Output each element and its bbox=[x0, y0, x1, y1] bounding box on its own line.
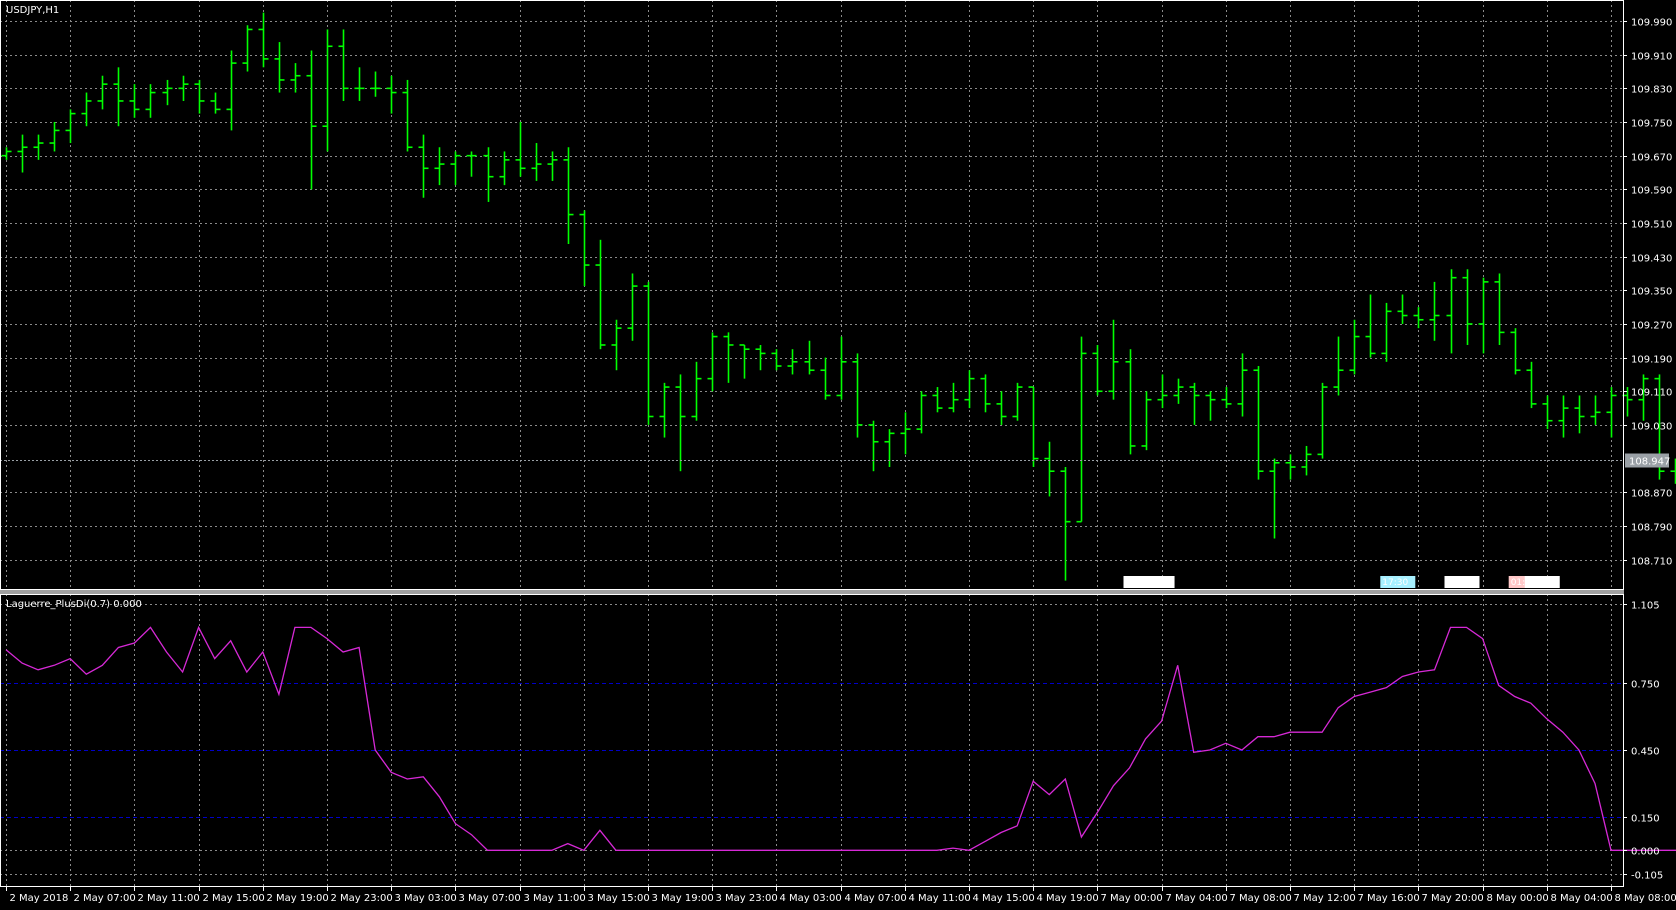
session-marker: 02:00 bbox=[1524, 576, 1560, 588]
price-axis-label: 109.510 bbox=[1631, 220, 1672, 231]
time-axis-label: 3 May 11:00 bbox=[524, 893, 586, 904]
indicator-axis-label: 0.000 bbox=[1631, 847, 1660, 858]
price-axis-label: 108.870 bbox=[1631, 489, 1672, 500]
price-axis-label: 109.190 bbox=[1631, 355, 1672, 366]
time-axis-label: 7 May 00:00 bbox=[1101, 893, 1163, 904]
time-axis-label: 4 May 03:00 bbox=[780, 893, 842, 904]
current-price-tag: 108.947 bbox=[1625, 453, 1670, 468]
session-marker-label: 01: bbox=[1511, 578, 1525, 588]
time-axis-label: 3 May 03:00 bbox=[395, 893, 457, 904]
session-marker-label: 02:00 bbox=[1527, 578, 1553, 588]
time-axis-label: 2 May 11:00 bbox=[138, 893, 200, 904]
session-marker-label: 21:30 bbox=[1447, 578, 1473, 588]
trading-chart[interactable]: 109.990 109.910 109.830 109.750 109.670 109.5… bbox=[0, 0, 1676, 910]
time-axis-label: 7 May 08:00 bbox=[1230, 893, 1292, 904]
indicator-axis-label: 0.150 bbox=[1631, 814, 1660, 825]
pane-separator[interactable] bbox=[0, 590, 1624, 594]
time-axis-label: 4 May 11:00 bbox=[909, 893, 971, 904]
time-axis-label: 3 May 15:00 bbox=[588, 893, 650, 904]
time-axis-label: 8 May 00:00 bbox=[1487, 893, 1549, 904]
time-axis-label: 3 May 23:00 bbox=[716, 893, 778, 904]
price-axis-label: 108.710 bbox=[1631, 557, 1672, 568]
session-marker: 17:30 bbox=[1380, 576, 1416, 588]
time-axis-label: 8 May 08:00 bbox=[1615, 893, 1676, 904]
time-axis-label: 8 May 04:00 bbox=[1551, 893, 1613, 904]
indicator-axis-label: 0.750 bbox=[1631, 680, 1660, 691]
indicator-axis-label: 1.105 bbox=[1631, 601, 1660, 612]
price-axis-label: 109.830 bbox=[1631, 85, 1672, 96]
price-axis-label: 109.110 bbox=[1631, 388, 1672, 399]
price-axis-label: 108.790 bbox=[1631, 523, 1672, 534]
indicator-axis-label: 0.450 bbox=[1631, 747, 1660, 758]
time-axis-label: 4 May 19:00 bbox=[1037, 893, 1099, 904]
session-marker: 02:00 bbox=[1139, 576, 1175, 588]
session-marker-label: 17:30 bbox=[1382, 578, 1408, 588]
time-axis-label: 2 May 19:00 bbox=[267, 893, 329, 904]
price-axis-label: 109.910 bbox=[1631, 52, 1672, 63]
time-axis-label: 7 May 16:00 bbox=[1358, 893, 1420, 904]
session-marker-label: 02:00 bbox=[1142, 578, 1168, 588]
price-axis-label: 109.430 bbox=[1631, 254, 1672, 265]
session-marker: 21:30 bbox=[1444, 576, 1480, 588]
time-axis-label: 4 May 15:00 bbox=[973, 893, 1035, 904]
price-axis-label: 109.670 bbox=[1631, 153, 1672, 164]
price-axis-label: 109.270 bbox=[1631, 321, 1672, 332]
current-price-value: 108.947 bbox=[1629, 457, 1670, 468]
time-axis-label: 2 May 07:00 bbox=[74, 893, 136, 904]
indicator-title: Laguerre_PlusDi(0.7) 0.000 bbox=[6, 599, 142, 610]
time-axis-label: 2 May 23:00 bbox=[331, 893, 393, 904]
price-axis-label: 109.030 bbox=[1631, 422, 1672, 433]
time-axis-label: 7 May 20:00 bbox=[1422, 893, 1484, 904]
price-axis-label: 109.750 bbox=[1631, 119, 1672, 130]
time-axis-label: 7 May 12:00 bbox=[1294, 893, 1356, 904]
chart-background bbox=[0, 0, 1676, 910]
time-axis-label: 7 May 04:00 bbox=[1166, 893, 1228, 904]
indicator-axis-label: -0.105 bbox=[1631, 871, 1663, 882]
time-axis-label: 2 May 2018 bbox=[10, 893, 69, 904]
time-axis-label: 3 May 07:00 bbox=[459, 893, 521, 904]
price-axis-label: 109.590 bbox=[1631, 186, 1672, 197]
time-axis-label: 3 May 19:00 bbox=[652, 893, 714, 904]
time-axis-label: 4 May 07:00 bbox=[845, 893, 907, 904]
time-axis-label: 2 May 15:00 bbox=[203, 893, 265, 904]
chart-symbol-title: USDJPY,H1 bbox=[6, 5, 59, 16]
price-axis-label: 109.990 bbox=[1631, 18, 1672, 29]
price-axis-label: 109.350 bbox=[1631, 287, 1672, 298]
session-marker-label: 01: bbox=[1126, 578, 1140, 588]
